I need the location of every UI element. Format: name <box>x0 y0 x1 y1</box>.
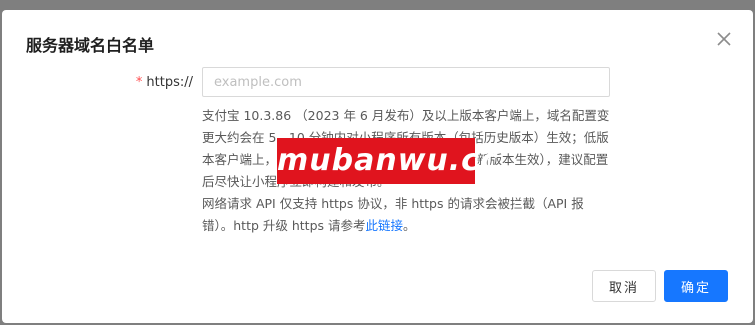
reference-link[interactable]: 此链接 <box>366 218 404 233</box>
domain-input[interactable] <box>202 67 610 97</box>
help-paragraph-https: 网络请求 API 仅支持 https 协议，非 https 的请求会被拦截（AP… <box>202 193 612 237</box>
https-domain-row: * https:// <box>2 67 753 99</box>
help-https-end: 。 <box>403 218 416 233</box>
watermark-logo: mubanwu.cc <box>277 138 498 184</box>
required-mark: * <box>135 75 143 90</box>
https-label-text: https:// <box>146 75 193 90</box>
dialog-title: 服务器域名白名单 <box>26 36 155 55</box>
https-label: * https:// <box>136 75 193 90</box>
confirm-button[interactable]: 确定 <box>664 270 728 302</box>
close-button[interactable] <box>713 28 735 50</box>
close-icon <box>713 28 735 50</box>
cancel-button[interactable]: 取消 <box>592 270 656 302</box>
